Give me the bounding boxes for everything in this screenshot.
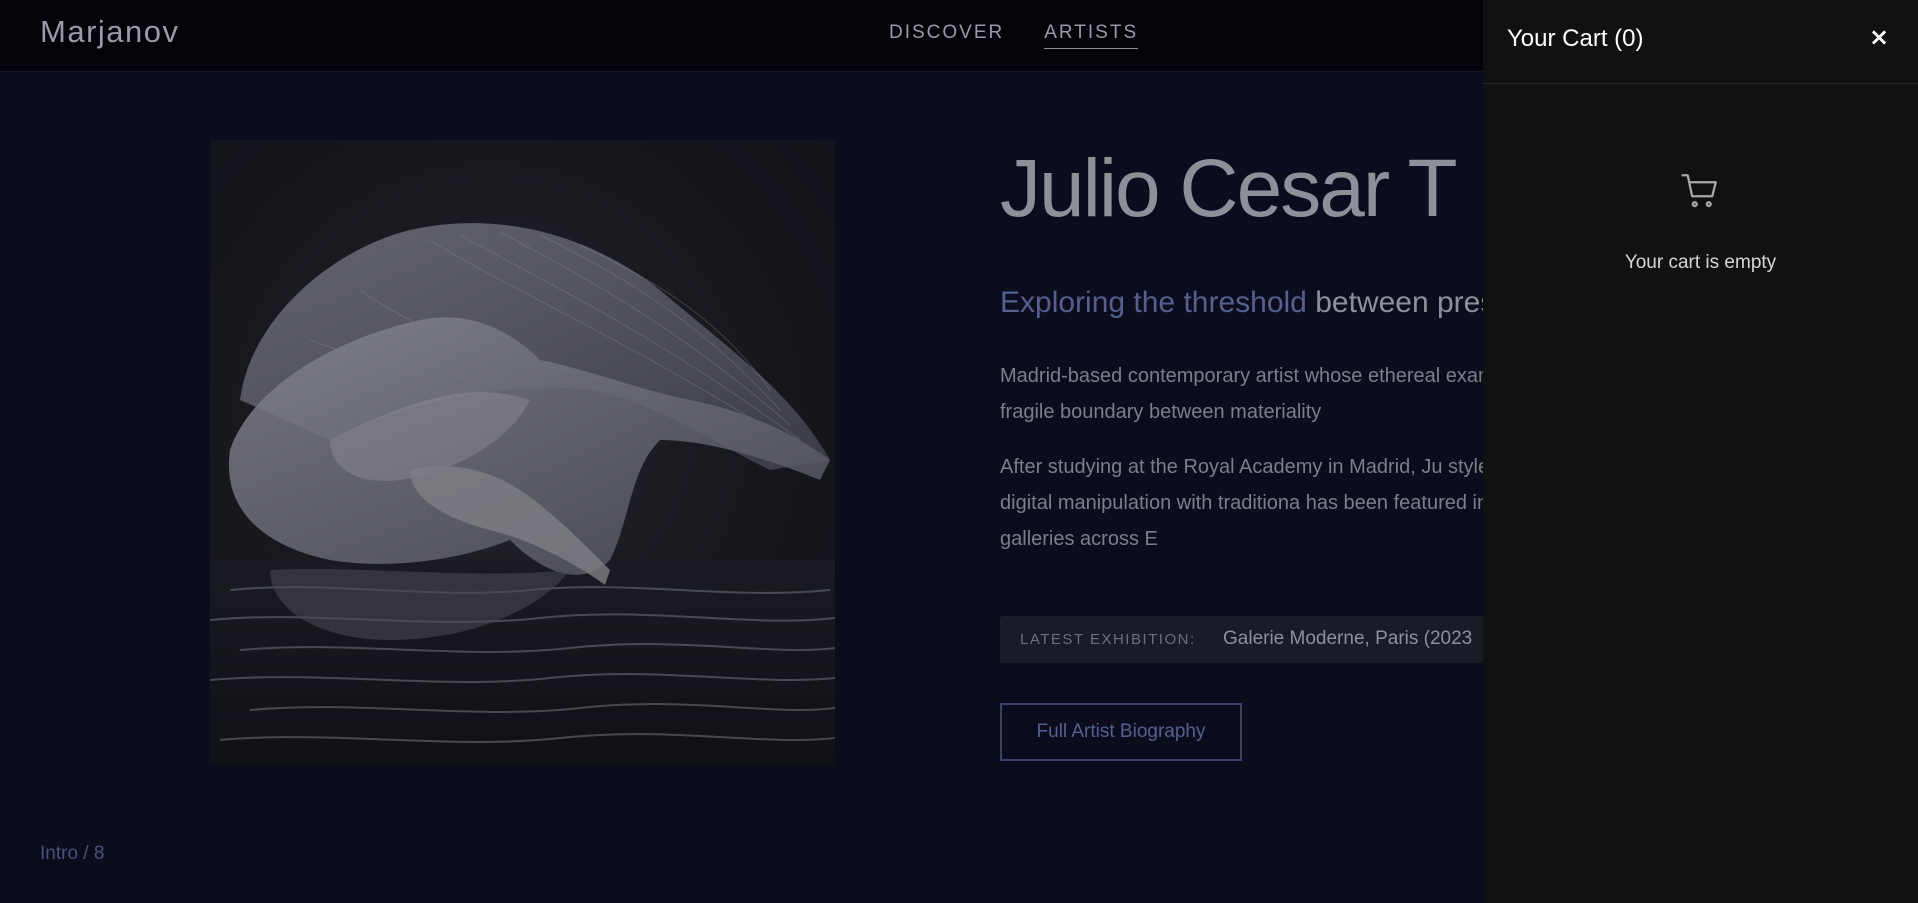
latest-exhibition-bar: LATEST EXHIBITION: Galerie Moderne, Pari…	[1000, 616, 1520, 663]
site-logo[interactable]: Marjanov	[40, 14, 180, 50]
exhibition-label: LATEST EXHIBITION:	[1020, 631, 1196, 648]
tagline-rest: between pres	[1315, 286, 1496, 319]
nav-artists[interactable]: ARTISTS	[1044, 22, 1139, 49]
tagline-accent: Exploring the threshold	[1000, 286, 1307, 319]
artwork-image	[210, 140, 835, 765]
artwork-illustration	[210, 223, 835, 765]
slide-counter: Intro / 8	[40, 843, 105, 864]
cart-empty-message: Your cart is empty	[1624, 252, 1777, 273]
nav-discover[interactable]: DISCOVER	[889, 22, 1004, 49]
shopping-cart-icon	[1681, 174, 1717, 208]
full-artist-biography-button[interactable]: Full Artist Biography	[1000, 703, 1242, 761]
cart-panel: Your Cart (0) × Your cart is empty	[1483, 0, 1918, 903]
artist-name: Julio Cesar T	[1000, 143, 1458, 234]
main-nav: DISCOVER ARTISTS	[889, 22, 1139, 49]
cart-divider	[1483, 83, 1918, 84]
exhibition-value: Galerie Moderne, Paris (2023	[1223, 628, 1473, 649]
cart-title: Your Cart (0)	[1507, 25, 1644, 52]
close-icon[interactable]: ×	[1861, 19, 1897, 55]
artist-tagline: Exploring the threshold between pres	[1000, 286, 1495, 320]
